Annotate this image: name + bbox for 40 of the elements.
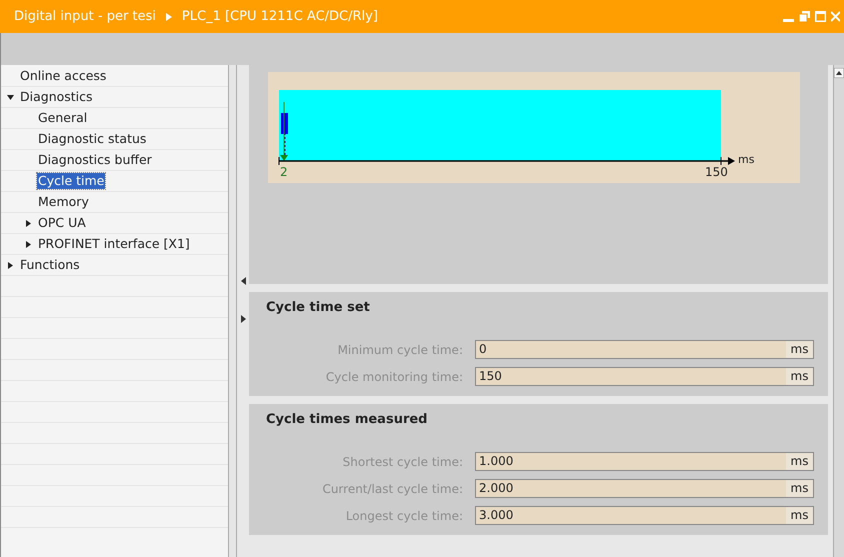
tree-item[interactable]: Diagnostics — [19, 89, 94, 105]
tree-item[interactable]: OPC UA — [37, 215, 87, 231]
cycle-time-diagram: 2 150 ms — [268, 72, 800, 183]
caret-right-icon[interactable] — [7, 262, 14, 268]
page-scrollbar[interactable] — [833, 65, 844, 557]
section-title: Cycle times measured — [266, 411, 428, 429]
section-title: Cycle time set — [266, 299, 371, 317]
input-field[interactable]: 3.000 ms — [475, 506, 814, 525]
caret-right-icon[interactable] — [25, 220, 32, 226]
caret-left-icon[interactable] — [240, 277, 246, 285]
field-label: Shortest cycle time: — [342, 454, 463, 470]
field-label: Minimum cycle time: — [336, 342, 463, 358]
tree-item[interactable]: Diagnostic status — [37, 131, 148, 147]
tree-item[interactable]: General — [37, 110, 88, 126]
tree-item[interactable]: PROFINET interface [X1] — [37, 236, 191, 252]
unit-label: ms — [786, 480, 813, 497]
tree-item[interactable]: Diagnostics buffer — [37, 152, 153, 168]
input-field[interactable]: 2.000 ms — [475, 479, 814, 498]
caret-right-icon — [166, 12, 172, 20]
input-field[interactable]: 150 ms — [475, 367, 814, 386]
tree-item[interactable]: Online access — [19, 68, 108, 84]
device-title: PLC_1 [CPU 1211C AC/DC/Rly] — [182, 8, 378, 26]
unit-label: ms — [786, 507, 813, 524]
tree-item[interactable]: Cycle time — [37, 173, 106, 189]
field-label: Longest cycle time: — [344, 508, 463, 524]
unit-label: ms — [786, 368, 813, 385]
unit-label: ms — [786, 453, 813, 470]
scroll-up-icon[interactable] — [834, 68, 844, 78]
tree-scrollbar[interactable] — [228, 65, 238, 557]
field-label: Current/last cycle time: — [321, 480, 463, 498]
input-field[interactable]: 1.000 ms — [475, 452, 814, 471]
caret-right-icon[interactable] — [25, 240, 32, 248]
window-title: Digital input - per tesi — [14, 8, 156, 26]
caret-down-icon[interactable] — [7, 94, 14, 100]
caret-right-icon[interactable] — [240, 315, 246, 323]
unit-label: ms — [786, 341, 813, 358]
field-label: Cycle monitoring time: — [324, 368, 463, 386]
tree-item[interactable]: Functions — [19, 257, 81, 273]
tree-item[interactable]: Memory — [37, 194, 90, 210]
input-field[interactable]: 0 ms — [475, 340, 814, 359]
